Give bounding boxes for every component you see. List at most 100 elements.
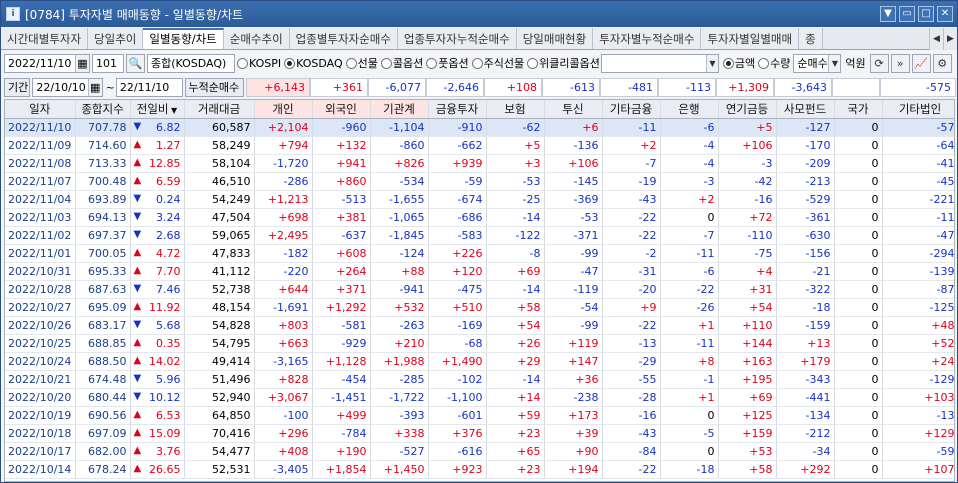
tab-8[interactable]: 투자자별일별매매 [701,28,800,49]
market-radio-dot[interactable] [345,57,357,69]
col-header-4[interactable]: 개인 [254,100,313,119]
table-row[interactable]: 2022/10/27 695.09 ▲ 11.92 48,154 -1,691 +1,292… [5,298,954,317]
market-radio-1[interactable]: KOSDAQ [284,57,343,70]
unit-radio-1[interactable]: 수량 [758,55,790,71]
gear-icon[interactable]: ⚙ [932,53,952,73]
market-radio-dot[interactable] [426,57,438,69]
tab-3[interactable]: 순매수추이 [223,28,290,49]
investor-value-cell: -124 [370,244,429,263]
table-row[interactable]: 2022/11/08 713.33 ▲ 12.85 58,104 -1,720 +941 +8… [5,154,954,173]
market-radio-dot[interactable] [471,57,483,69]
market-radio-5[interactable]: 주식선물 [471,55,525,71]
tab-1[interactable]: 당일추이 [88,28,144,49]
daily-trend-table[interactable]: 일자종합지수전일비거래대금개인외국인기관계금융투자보험투신기타금융은행연기금등사… [4,99,955,482]
col-header-2[interactable]: 전일비 [130,100,185,119]
close-icon[interactable]: ✕ [937,6,953,22]
chart-icon[interactable]: 📈 [911,53,931,73]
investor-value-cell: 0 [834,208,883,227]
market-radio-2[interactable]: 선물 [345,55,378,71]
table-row[interactable]: 2022/11/03 694.13 ▼ 3.24 47,504 +698 +381 -1,06… [5,208,954,227]
period-to-input[interactable]: 22/11/10 ▦ [115,77,183,97]
tab-9[interactable]: 종 [799,28,823,49]
table-row[interactable]: 2022/10/21 674.48 ▼ 5.96 51,496 +828 -454 -285-… [5,370,954,389]
date-cell: 2022/10/21 [5,370,76,389]
table-row[interactable]: 2022/10/28 687.63 ▼ 7.46 52,738 +644 +371 -941-… [5,280,954,299]
market-radio-label: 주식선물 [483,57,525,70]
table-row[interactable]: 2022/10/14 678.24 ▲ 26.65 52,531 -3,405 +1,854… [5,460,954,479]
col-header-0[interactable]: 일자 [5,100,76,119]
table-row[interactable]: 2022/11/02 697.37 ▼ 2.68 59,065 +2,495 -637 -1,… [5,226,954,245]
col-header-6[interactable]: 기관계 [370,100,429,119]
refresh-icon[interactable]: ⟳ [869,53,889,73]
investor-value-cell: -209 [776,154,835,173]
chevron-down-icon[interactable]: ▼ [705,54,718,72]
unit-radio-dot[interactable] [758,57,770,69]
tab-prev-icon[interactable]: ◀ [929,28,943,50]
col-header-7[interactable]: 금융투자 [428,100,487,119]
col-header-8[interactable]: 보험 [486,100,545,119]
col-header-10[interactable]: 기타금융 [602,100,661,119]
market-radio-dot[interactable] [237,57,248,69]
restore-window-icon[interactable]: □ [918,6,934,22]
chevron-down-icon[interactable]: ▼ [828,54,841,72]
tab-0[interactable]: 시간대별투자자 [1,28,89,49]
market-radio-0[interactable]: KOSPI [237,57,281,70]
mode-select[interactable]: 순매수 ▼ [793,53,842,73]
market-radio-6[interactable]: 위클리콜옵션 [527,55,600,71]
table-row[interactable]: 2022/11/04 693.89 ▼ 0.24 54,249 +1,213 -513 -1,… [5,190,954,209]
period-from-input[interactable]: 22/10/10 ▦ [32,77,103,97]
tab-next-icon[interactable]: ▶ [943,28,957,50]
investor-value-cell: +8 [660,352,719,371]
table-row[interactable]: 2022/11/10 707.78 ▼ 6.82 60,587 +2,104 -960 -1,… [5,118,954,137]
table-row[interactable]: 2022/10/19 690.56 ▲ 6.53 64,850 -100 +499 -393-… [5,406,954,425]
unit-radio-0[interactable]: 금액 [722,55,755,71]
col-header-15[interactable]: 기타법인 [882,100,954,119]
investor-value-cell: +39 [544,424,603,443]
tab-7[interactable]: 투자자별누적순매수 [593,28,702,49]
market-code-select[interactable]: 101 ▼ [92,53,124,73]
tab-4[interactable]: 업종별투자자순매수 [289,28,398,49]
date-input[interactable]: 2022/11/10 ▦ [4,53,90,73]
col-header-5[interactable]: 외국인 [312,100,371,119]
calendar-icon[interactable]: ▦ [168,96,182,97]
table-row[interactable]: 2022/10/18 697.09 ▲ 15.09 70,416 +296 -784 +338… [5,424,954,443]
date-cell: 2022/10/20 [5,388,76,407]
market-radio-4[interactable]: 풋옵션 [426,55,469,71]
chevron-down-icon[interactable]: ▼ [111,72,123,73]
table-row[interactable]: 2022/10/25 688.85 ▲ 0.35 54,795 +663 -929 +210-… [5,334,954,353]
index-cell: 695.33 [75,262,131,281]
table-row[interactable]: 2022/10/24 688.50 ▲ 14.02 49,414 -3,165 +1,128… [5,352,954,371]
investor-value-cell: -55 [602,370,661,389]
investor-value-cell: -238 [544,388,603,407]
table-row[interactable]: 2022/10/17 682.00 ▲ 3.76 54,477 +408 +190 -527-… [5,442,954,461]
col-header-3[interactable]: 거래대금 [184,100,255,119]
calendar-icon[interactable]: ▦ [75,54,89,72]
calendar-icon[interactable]: ▦ [87,78,102,96]
table-row[interactable]: 2022/11/01 700.05 ▲ 4.72 47,833 -182 +608 -124 +… [5,244,954,263]
market-radio-dot[interactable] [284,57,296,69]
investor-value-cell: +2,495 [254,226,313,245]
tab-5[interactable]: 업종투자자누적순매수 [397,28,517,49]
next-page-icon[interactable]: » [890,53,910,73]
table-row[interactable]: 2022/11/09 714.60 ▲ 1.27 58,249 +794 +132 -860-… [5,136,954,155]
col-header-9[interactable]: 투신 [544,100,603,119]
table-row[interactable]: 2022/10/31 695.33 ▲ 7.70 41,112 -220 +264 +88 +1… [5,262,954,281]
tab-6[interactable]: 당일매매현황 [516,28,594,49]
market-radio-dot[interactable] [380,57,392,69]
unit-radio-dot[interactable] [722,57,734,69]
search-icon[interactable]: 🔍 [126,53,145,73]
table-row[interactable]: 2022/11/07 700.48 ▲ 6.59 46,510 -286 +860 -534-… [5,172,954,191]
table-row[interactable]: 2022/10/20 680.44 ▼ 10.12 52,940 +3,067 -1,451… [5,388,954,407]
tab-2[interactable]: 일별동향/차트 [143,28,224,49]
col-header-1[interactable]: 종합지수 [75,100,131,119]
weekly-option-select[interactable]: . ▼ [600,53,719,73]
market-radio-3[interactable]: 콜옵션 [380,55,423,71]
menu-icon[interactable]: ▼ [880,6,896,22]
market-radio-dot[interactable] [527,57,539,69]
minimize-window-icon[interactable]: ▭ [899,6,915,22]
table-row[interactable]: 2022/10/26 683.17 ▼ 5.68 54,828 +803 -581 -263-… [5,316,954,335]
col-header-14[interactable]: 국가 [834,100,883,119]
col-header-12[interactable]: 연기금등 [718,100,777,119]
col-header-11[interactable]: 은행 [660,100,719,119]
col-header-13[interactable]: 사모펀드 [776,100,835,119]
